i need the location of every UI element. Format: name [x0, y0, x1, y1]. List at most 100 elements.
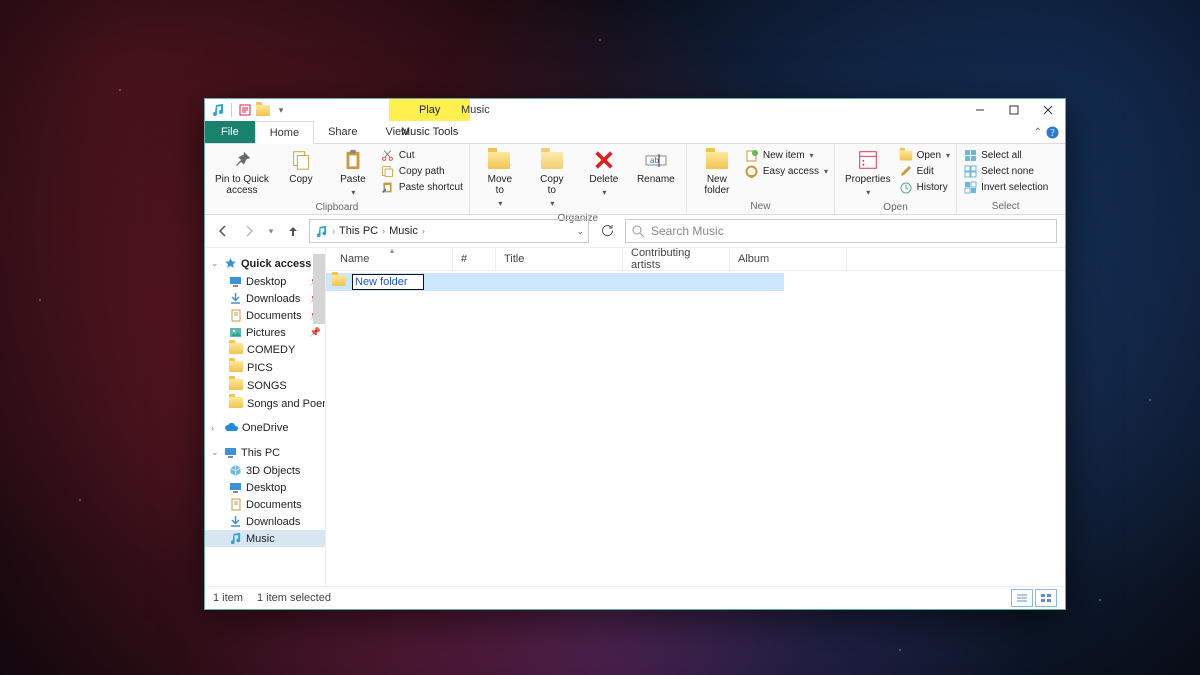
- move-to-icon: [488, 148, 512, 172]
- back-button[interactable]: [213, 221, 233, 241]
- sidebar-item-documents[interactable]: Documents📌: [205, 307, 325, 324]
- new-folder-button[interactable]: New folder: [693, 146, 741, 198]
- select-none-icon: [963, 164, 977, 178]
- copy-path-button[interactable]: Copy path: [381, 164, 463, 178]
- sidebar-item-desktop[interactable]: Desktop📌: [205, 273, 325, 290]
- delete-button[interactable]: Delete▾: [580, 146, 628, 200]
- pin-to-quick-access-button[interactable]: Pin to Quick access: [211, 146, 273, 198]
- recent-locations-button[interactable]: ▾: [265, 221, 277, 241]
- up-button[interactable]: [283, 221, 303, 241]
- file-list[interactable]: [326, 271, 1065, 586]
- tree-onedrive[interactable]: ›OneDrive: [205, 419, 325, 437]
- sidebar-scrollbar[interactable]: [313, 250, 325, 586]
- tab-music-tools[interactable]: Music Tools: [389, 119, 470, 143]
- svg-text:ab: ab: [650, 156, 659, 165]
- help-icon[interactable]: ?: [1046, 126, 1059, 139]
- title-bar: ▾ Play Music: [205, 99, 1065, 121]
- new-item-button[interactable]: New item ▾: [745, 148, 828, 162]
- qat-properties-icon[interactable]: [238, 103, 252, 117]
- scissors-icon: [381, 148, 395, 162]
- select-none-button[interactable]: Select none: [963, 164, 1048, 178]
- sidebar-item-3d-objects[interactable]: 3D Objects: [205, 462, 325, 479]
- forward-button[interactable]: [239, 221, 259, 241]
- properties-button[interactable]: Properties▾: [841, 146, 895, 200]
- easy-access-icon: [745, 164, 759, 178]
- invert-selection-button[interactable]: Invert selection: [963, 180, 1048, 194]
- rename-input[interactable]: [352, 274, 424, 290]
- contextual-tab-play[interactable]: Play: [389, 99, 470, 121]
- paste-button[interactable]: Paste▾: [329, 146, 377, 200]
- address-dropdown-icon[interactable]: ⌄: [576, 226, 584, 237]
- sidebar-item-documents[interactable]: Documents: [205, 496, 325, 513]
- column-number[interactable]: #: [453, 248, 496, 270]
- copy-icon: [289, 148, 313, 172]
- column-headers[interactable]: Name # Title Contributing artists Album: [326, 248, 1065, 271]
- sidebar-item-pics[interactable]: PICS: [205, 359, 325, 377]
- tree-this-pc[interactable]: ⌄This PC: [205, 443, 325, 462]
- desktop-background: ▾ Play Music File Home Share View Music …: [0, 0, 1200, 675]
- history-icon: [899, 180, 913, 194]
- ribbon-collapse-icon[interactable]: ⌃: [1034, 127, 1042, 138]
- tree-quick-access[interactable]: ⌄Quick access: [205, 254, 325, 273]
- music-icon: [229, 532, 242, 545]
- rename-icon: ab: [644, 148, 668, 172]
- history-button[interactable]: History: [899, 180, 950, 194]
- search-box[interactable]: Search Music: [625, 219, 1057, 243]
- navigation-pane[interactable]: ⌄Quick access Desktop📌Downloads📌Document…: [205, 248, 326, 586]
- breadcrumb-this-pc[interactable]: This PC: [339, 225, 378, 237]
- folder-icon: [229, 379, 243, 393]
- cut-button[interactable]: Cut: [381, 148, 463, 162]
- edit-icon: [899, 164, 913, 178]
- ribbon-group-open: Properties▾ Open ▾ Edit History Open: [835, 144, 957, 214]
- view-details-button[interactable]: [1011, 589, 1033, 607]
- minimize-button[interactable]: [963, 99, 997, 121]
- sidebar-item-music[interactable]: Music: [205, 530, 325, 547]
- copy-to-icon: [540, 148, 564, 172]
- column-album[interactable]: Album: [730, 248, 847, 270]
- tab-share[interactable]: Share: [314, 121, 371, 143]
- search-icon: [632, 225, 645, 238]
- sidebar-item-downloads[interactable]: Downloads📌: [205, 290, 325, 307]
- content-pane: Name # Title Contributing artists Album: [326, 248, 1065, 586]
- column-contributing-artists[interactable]: Contributing artists: [623, 248, 730, 270]
- paste-shortcut-button[interactable]: Paste shortcut: [381, 180, 463, 194]
- group-label-select: Select: [992, 199, 1020, 214]
- group-label-open: Open: [883, 200, 907, 215]
- address-bar[interactable]: › This PC › Music › ⌄: [309, 219, 589, 243]
- invert-selection-icon: [963, 180, 977, 194]
- breadcrumb-music[interactable]: Music: [389, 225, 418, 237]
- column-name[interactable]: Name: [332, 248, 453, 270]
- copy-to-button[interactable]: Copy to▾: [528, 146, 576, 211]
- close-button[interactable]: [1031, 99, 1065, 121]
- qat-folder-icon[interactable]: [256, 103, 270, 117]
- easy-access-button[interactable]: Easy access ▾: [745, 164, 828, 178]
- pin-icon: [230, 148, 254, 172]
- star-icon: [224, 257, 237, 270]
- copy-button[interactable]: Copy: [277, 146, 325, 187]
- edit-button[interactable]: Edit: [899, 164, 950, 178]
- ribbon-group-new: New folder New item ▾ Easy access ▾ New: [687, 144, 835, 214]
- cloud-icon: [224, 423, 238, 433]
- picture-icon: [229, 326, 242, 339]
- download-icon: [229, 292, 242, 305]
- monitor-icon: [224, 446, 237, 459]
- sidebar-item-pictures[interactable]: Pictures📌: [205, 324, 325, 341]
- rename-button[interactable]: abRename: [632, 146, 680, 187]
- tab-home[interactable]: Home: [255, 121, 314, 144]
- sidebar-item-songs[interactable]: SONGS: [205, 377, 325, 395]
- folder-icon: [332, 275, 346, 289]
- open-button[interactable]: Open ▾: [899, 148, 950, 162]
- sidebar-item-desktop[interactable]: Desktop: [205, 479, 325, 496]
- select-all-button[interactable]: Select all: [963, 148, 1048, 162]
- maximize-button[interactable]: [997, 99, 1031, 121]
- tab-file[interactable]: File: [205, 121, 255, 143]
- qat-dropdown-icon[interactable]: ▾: [274, 103, 288, 117]
- sidebar-item-comedy[interactable]: COMEDY: [205, 341, 325, 359]
- move-to-button[interactable]: Move to▾: [476, 146, 524, 211]
- refresh-button[interactable]: [595, 219, 619, 243]
- file-row-new-folder[interactable]: [326, 273, 784, 291]
- view-large-icons-button[interactable]: [1035, 589, 1057, 607]
- sidebar-item-downloads[interactable]: Downloads: [205, 513, 325, 530]
- sidebar-item-songs-and-poem[interactable]: Songs and Poem: [205, 395, 325, 413]
- column-title[interactable]: Title: [496, 248, 623, 270]
